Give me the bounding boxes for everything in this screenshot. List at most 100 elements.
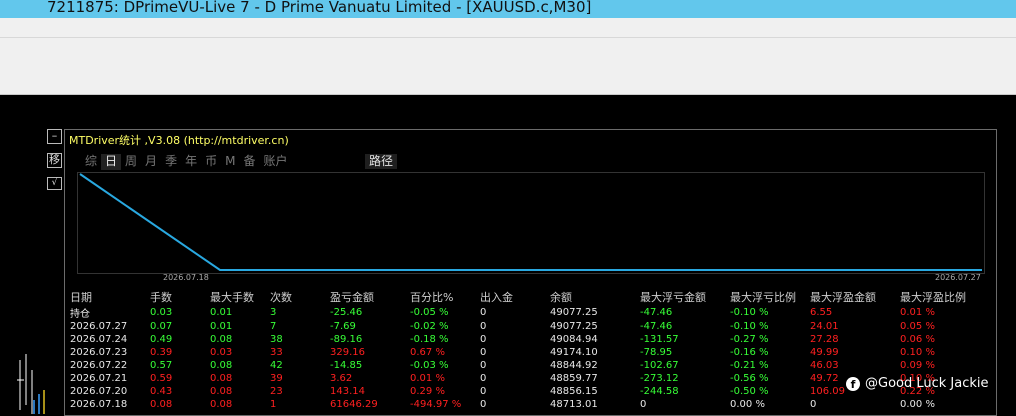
table-cell: 46.03 [810, 360, 839, 371]
path-button[interactable]: 路径 [365, 154, 397, 169]
table-row: 持仓 0.03 0.01 3 -25.46 -0.05 % 0 49077.25 -47.46 -… [70, 305, 970, 320]
table-cell: 0.08 [210, 399, 233, 410]
col-balance: 余额 [550, 291, 572, 304]
panel-title: MTDriver统计 ,V3.08 (http://mtdriver.cn) [69, 134, 289, 147]
tab-backup[interactable]: 备 [239, 154, 259, 170]
table-cell: 6.55 [810, 307, 833, 318]
table-cell: 0.00 % [730, 399, 765, 410]
table-cell: -47.46 [640, 321, 673, 332]
table-cell: 48844.92 [550, 360, 598, 371]
table-cell: 0 [480, 334, 487, 345]
table-cell: 2026.07.18 [70, 399, 128, 410]
tab-day[interactable]: 日 [101, 154, 122, 170]
col-max-float-profit-ratio: 最大浮盈比例 [900, 291, 966, 304]
table-row: 2026.07.24 0.49 0.08 38 -89.16 -0.18 % 0 49084.… [70, 333, 970, 346]
table-cell: 49.99 [810, 347, 839, 358]
table-cell: 0.39 [150, 347, 173, 358]
table-cell: -14.85 [330, 360, 363, 371]
mtdriver-stats-panel: MTDriver统计 ,V3.08 (http://mtdriver.cn) 综… [64, 129, 997, 416]
move-button[interactable]: 移 [47, 153, 62, 168]
table-header-row: 日期 手数 最大手数 次数 盈亏金额 百分比% 出入金 余额 最大浮亏金额 最大… [70, 289, 970, 305]
table-cell: 0.08 [210, 334, 233, 345]
col-percent: 百分比% [410, 291, 454, 304]
table-cell: 49084.94 [550, 334, 598, 345]
table-cell: 38 [270, 334, 283, 345]
table-cell: 48713.01 [550, 399, 598, 410]
table-cell: -0.03 % [410, 360, 449, 371]
table-cell: 39 [270, 373, 283, 384]
table-cell: 0.08 [210, 386, 233, 397]
table-cell: -78.95 [640, 347, 673, 358]
table-cell: 0.07 [150, 321, 173, 332]
table-cell: 2026.07.27 [70, 321, 128, 332]
table-cell: 0.01 % [900, 307, 935, 318]
table-cell: 持仓 [70, 309, 90, 320]
tab-currency[interactable]: 币 [201, 154, 221, 170]
table-cell: 49077.25 [550, 321, 598, 332]
table-cell: 0.29 % [410, 386, 445, 397]
table-cell: 3.62 [330, 373, 353, 384]
chart-start-date: 2026.07.18 [163, 273, 209, 282]
table-cell: 0.01 [210, 307, 233, 318]
tab-summary[interactable]: 综 [81, 154, 101, 170]
col-deposit: 出入金 [480, 291, 513, 304]
table-row: 2026.07.20 0.43 0.08 23 143.14 0.29 % 0 48856.1… [70, 385, 970, 398]
table-cell: -0.02 % [410, 321, 449, 332]
daily-stats-table: 日期 手数 最大手数 次数 盈亏金额 百分比% 出入金 余额 最大浮亏金额 最大… [70, 289, 970, 411]
table-cell: -0.18 % [410, 334, 449, 345]
table-cell: 0.08 [210, 360, 233, 371]
tab-year[interactable]: 年 [181, 154, 201, 170]
table-cell: -494.97 % [410, 399, 462, 410]
col-lots: 手数 [150, 291, 172, 304]
minimize-button[interactable]: – [47, 129, 62, 144]
tab-account[interactable]: 账户 [259, 154, 291, 170]
tab-quarter[interactable]: 季 [161, 154, 181, 170]
table-cell: 24.01 [810, 321, 839, 332]
col-count: 次数 [270, 291, 292, 304]
table-cell: 0.08 [210, 373, 233, 384]
table-cell: -0.21 % [730, 360, 769, 371]
table-cell: -25.46 [330, 307, 363, 318]
table-cell: 0.01 [210, 321, 233, 332]
watermark: f @Good Luck Jackie [846, 376, 989, 391]
col-max-float-profit: 最大浮盈金额 [810, 291, 876, 304]
price-chart-fragment [17, 354, 45, 414]
table-cell: -0.50 % [730, 386, 769, 397]
table-cell: 61646.29 [330, 399, 378, 410]
table-cell: 0.57 [150, 360, 173, 371]
table-cell: 0.03 [210, 347, 233, 358]
table-cell: 0.59 [150, 373, 173, 384]
table-cell: 42 [270, 360, 283, 371]
table-cell: -131.57 [640, 334, 679, 345]
table-cell: 0.43 [150, 386, 173, 397]
table-cell: 48859.77 [550, 373, 598, 384]
table-cell: 0 [480, 373, 487, 384]
watermark-text: @Good Luck Jackie [865, 376, 989, 391]
window-title: 7211875: DPrimeVU-Live 7 - D Prime Vanua… [47, 0, 592, 16]
table-cell: -244.58 [640, 386, 679, 397]
table-cell: 0 [810, 399, 817, 410]
tab-week[interactable]: 周 [121, 154, 141, 170]
table-cell: 0.03 [150, 307, 173, 318]
table-cell: 49174.10 [550, 347, 598, 358]
table-cell: 0.67 % [410, 347, 445, 358]
table-cell: -7.69 [330, 321, 356, 332]
table-cell: -89.16 [330, 334, 363, 345]
table-row: 2026.07.21 0.59 0.08 39 3.62 0.01 % 0 48859.77 -… [70, 372, 970, 385]
table-cell: -0.05 % [410, 307, 449, 318]
tab-month[interactable]: 月 [141, 154, 161, 170]
table-cell: 2026.07.21 [70, 373, 128, 384]
table-cell: -0.10 % [730, 307, 769, 318]
col-pnl: 盈亏金额 [330, 291, 374, 304]
table-cell: 49077.25 [550, 307, 598, 318]
facebook-icon: f [846, 376, 860, 391]
table-row: 2026.07.23 0.39 0.03 33 329.16 0.67 % 0 49174.1… [70, 346, 970, 359]
col-max-float-loss: 最大浮亏金额 [640, 291, 706, 304]
tab-m[interactable]: M [221, 154, 239, 170]
table-cell: -273.12 [640, 373, 679, 384]
table-cell: 329.16 [330, 347, 365, 358]
table-cell: 27.28 [810, 334, 839, 345]
table-cell: 0 [480, 386, 487, 397]
col-max-float-loss-ratio: 最大浮亏比例 [730, 291, 796, 304]
check-button[interactable]: √ [47, 177, 62, 190]
